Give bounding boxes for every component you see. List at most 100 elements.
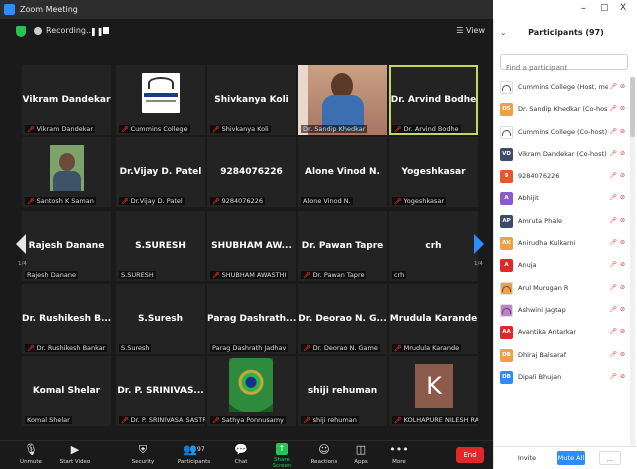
participant-tile[interactable]: Mrudula Karande 🎤︎ Mrudula Karande	[389, 284, 478, 354]
participant-tile[interactable]: Alone Vinod N. Alone Vinod N.	[298, 137, 387, 207]
reactions-button[interactable]: ☺ Reactions	[308, 443, 340, 465]
participant-list-item[interactable]: AA Avantika Antarkar 🎤︎⊘	[494, 322, 632, 344]
participant-list-item[interactable]: Cummins College (Host, me) 🎤︎⊘	[494, 77, 632, 99]
participant-list-item[interactable]: AP Amruta Phale 🎤︎⊘	[494, 211, 632, 233]
minimize-button[interactable]: –	[581, 3, 586, 14]
participant-list-item[interactable]: A Anuja 🎤︎⊘	[494, 255, 632, 277]
shield-icon[interactable]	[16, 26, 26, 37]
avatar: DS	[500, 103, 513, 117]
stop-recording-button[interactable]	[103, 27, 109, 34]
participant-tile[interactable]: SHUBHAM AW... 🎤︎ SHUBHAM AWASTHI	[207, 211, 296, 281]
mic-muted-icon: 🎤︎	[27, 345, 35, 352]
search-input[interactable]	[501, 61, 627, 75]
participant-tile[interactable]: Dr. Rushikesh B... 🎤︎ Dr. Rushikesh Bankar	[22, 284, 111, 354]
participant-tile[interactable]: Dr. Deorao N. G... 🎤︎ Dr. Deorao N. Game	[298, 284, 387, 354]
arrow-right-icon	[474, 234, 484, 254]
mic-muted-icon: 🎤︎	[212, 417, 220, 424]
participant-tile[interactable]: 🎤︎ Sathya Ponnusamy	[207, 356, 296, 426]
participant-label-text: Shivkanya Koli	[221, 125, 269, 133]
window-title: Zoom Meeting	[20, 5, 78, 14]
participant-list-item[interactable]: VD Vikram Dandekar (Co-host) 🎤︎⊘	[494, 144, 632, 166]
more-icon: •••	[389, 443, 409, 456]
participant-tile[interactable]: Dr.Vijay D. Patel 🎤︎ Dr.Vijay D. Patel	[116, 137, 205, 207]
participant-label-text: Sathya Ponnusamy	[221, 416, 284, 424]
microphone-muted-icon: 🎙	[24, 443, 38, 456]
participant-label-text: S.SURESH	[121, 271, 154, 279]
participant-list-item[interactable]: Ashwini Jagtap 🎤︎⊘	[494, 300, 632, 322]
participant-list-item[interactable]: Cummins College (Co-host) 🎤︎⊘	[494, 122, 632, 144]
share-screen-button[interactable]: ↑ Share Screen	[264, 443, 300, 469]
recording-label: Recording...	[46, 26, 94, 35]
view-button[interactable]: ☰ View	[456, 26, 485, 35]
scrollbar-thumb[interactable]	[630, 77, 635, 137]
participant-label-text: Komal Shelar	[27, 416, 70, 424]
participant-tile[interactable]: Shivkanya Koli 🎤︎ Shivkanya Koli	[207, 65, 296, 135]
mic-muted-icon: 🎤︎	[121, 198, 129, 205]
participant-label-text: S.Suresh	[121, 344, 150, 352]
participant-tile[interactable]: 🎤︎ Cummins College	[116, 65, 205, 135]
participant-tile[interactable]: Yogeshkasar 🎤︎ Yogeshkasar	[389, 137, 478, 207]
participant-tile[interactable]: S.Suresh S.Suresh	[116, 284, 205, 354]
participant-list-item[interactable]: DB Dhiraj Balsaraf 🎤︎⊘	[494, 345, 632, 367]
participants-more-button[interactable]: ...	[599, 451, 621, 465]
participant-label-text: Yogeshkasar	[403, 197, 445, 205]
participant-list-name: Ashwini Jagtap	[518, 305, 566, 314]
mic-video-muted-icon: 🎤︎⊘	[609, 172, 628, 180]
participant-list-item[interactable]: 9 9284076226 🎤︎⊘	[494, 166, 632, 188]
participant-list-item[interactable]: Arul Murugan R 🎤︎⊘	[494, 278, 632, 300]
next-page-button[interactable]	[474, 234, 486, 258]
apps-button[interactable]: ◫ Apps	[350, 443, 372, 465]
participant-tile[interactable]: shiji rehuman 🎤︎ shiji rehuman	[298, 356, 387, 426]
participant-tile[interactable]: Parag Dashrath... Parag Dashrath Jadhav	[207, 284, 296, 354]
participant-label-text: Alone Vinod N.	[303, 197, 351, 205]
share-screen-icon: ↑	[276, 443, 288, 455]
participant-tile[interactable]: S.SURESH S.SURESH	[116, 211, 205, 281]
mic-muted-icon: 🎤︎	[121, 417, 129, 424]
unmute-button[interactable]: 🎙 Unmute	[16, 443, 46, 465]
participant-tile[interactable]: 🎤︎ Santosh K Saman	[22, 137, 111, 207]
participant-list-item[interactable]: DB Dipali Bhujan 🎤︎⊘	[494, 367, 632, 389]
participant-search[interactable]	[500, 54, 628, 75]
participant-tile[interactable]: Dr. Arvind Bodhe 🎤︎ Dr. Arvind Bodhe	[389, 65, 478, 135]
mic-muted-icon: 🎤︎	[121, 126, 129, 133]
start-video-label: Start Video	[59, 459, 91, 465]
participants-scrollbar[interactable]	[630, 77, 635, 449]
participant-name-label: 🎤︎ shiji rehuman	[301, 416, 359, 424]
more-button[interactable]: ••• More	[388, 443, 410, 465]
close-button[interactable]: X	[620, 3, 626, 13]
participant-list-item[interactable]: DS Dr. Sandip Khedkar (Co-host) 🎤︎⊘	[494, 99, 632, 121]
mic-video-muted-icon: 🎤︎⊘	[609, 239, 628, 247]
participant-list-name: Anuja	[518, 261, 537, 270]
participant-tile[interactable]: crh crh	[389, 211, 478, 281]
participant-display-name: Rajesh Danane	[28, 241, 105, 251]
start-video-button[interactable]: ▶ Start Video	[58, 443, 92, 465]
participant-list-item[interactable]: AK Anirudha Kulkarni 🎤︎⊘	[494, 233, 632, 255]
maximize-button[interactable]: ▢	[600, 3, 609, 13]
participant-tile[interactable]: K 🎤︎KOLHAPURE NILESH RAME...	[389, 356, 478, 426]
pause-recording-button[interactable]: ❚❚	[90, 27, 103, 36]
participant-name-label: 🎤︎ SHUBHAM AWASTHI	[210, 271, 289, 279]
previous-page-button[interactable]	[16, 234, 28, 258]
participant-display-name: Mrudula Karande	[389, 314, 478, 324]
participant-display-name: Dr. Deorao N. G...	[298, 314, 387, 324]
mute-all-button[interactable]: Mute All	[557, 451, 585, 465]
participant-display-name: Parag Dashrath...	[207, 314, 296, 324]
participant-display-name: Shivkanya Koli	[214, 95, 289, 105]
participant-tile[interactable]: Vikram Dandekar 🎤︎ Vikram Dandekar	[22, 65, 111, 135]
end-meeting-button[interactable]: End	[456, 447, 484, 463]
participant-tile[interactable]: Dr. P. SRINIVAS... 🎤︎ Dr. P. SRINIVASA SAS…	[116, 356, 205, 426]
participant-tile[interactable]: Rajesh Danane Rajesh Danane	[22, 211, 111, 281]
participant-tile[interactable]: Dr. Pawan Tapre 🎤︎ Dr. Pawan Tapre	[298, 211, 387, 281]
participant-tile[interactable]: Dr. Sandip Khedkar	[298, 65, 387, 135]
mic-video-muted-icon: 🎤︎⊘	[609, 261, 628, 269]
invite-button[interactable]: Invite	[514, 451, 540, 465]
participant-tile[interactable]: 9284076226 🎤︎ 9284076226	[207, 137, 296, 207]
participant-label-text: Dr. P. SRINIVASA SASTRY	[130, 416, 205, 424]
participant-name-label: Dr. Sandip Khedkar	[301, 125, 368, 133]
participant-list-item[interactable]: A Abhijit 🎤︎⊘	[494, 188, 632, 210]
security-button[interactable]: ⛨ Security	[128, 443, 158, 465]
chat-button[interactable]: 💬 Chat	[228, 443, 254, 465]
participants-button[interactable]: 👥97 Participants	[175, 443, 213, 465]
mic-muted-icon: 🎤︎	[394, 345, 402, 352]
participant-tile[interactable]: Komal Shelar Komal Shelar	[22, 356, 111, 426]
